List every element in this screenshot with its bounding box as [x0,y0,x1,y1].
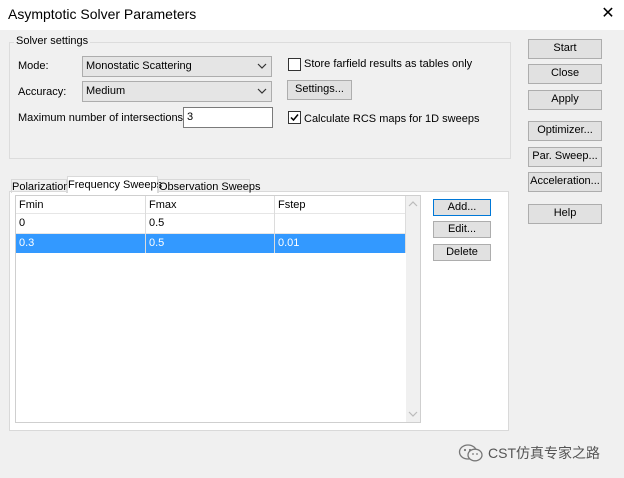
accuracy-label: Accuracy: [18,86,67,98]
mode-dropdown[interactable]: Monostatic Scattering [82,56,272,77]
sweep-table: Fmin Fmax Fstep 0 0.5 0.3 0.5 0.01 [15,195,421,423]
column-header-fmin[interactable]: Fmin [19,199,43,211]
table-cell-fmin: 0.3 [19,237,35,249]
column-divider [274,196,275,253]
tab-frequency-sweeps[interactable]: Frequency Sweeps [67,176,162,193]
scroll-up-icon[interactable] [406,197,420,211]
vertical-scrollbar[interactable] [406,196,420,422]
column-header-fstep[interactable]: Fstep [278,199,306,211]
calc-rcs-checkbox[interactable] [288,111,301,124]
window-title: Asymptotic Solver Parameters [8,6,197,22]
start-button[interactable]: Start [528,39,602,59]
accuracy-dropdown[interactable]: Medium [82,81,272,102]
settings-button[interactable]: Settings... [287,80,352,100]
max-intersections-value: 3 [187,111,194,123]
column-header-fmax[interactable]: Fmax [149,199,177,211]
optimizer-button[interactable]: Optimizer... [528,121,602,141]
par-sweep-button[interactable]: Par. Sweep... [528,147,602,167]
add-button[interactable]: Add... [433,199,491,216]
delete-button[interactable]: Delete [433,244,491,261]
close-icon[interactable]: ✕ [596,3,620,25]
max-intersections-label: Maximum number of intersections: [18,112,187,124]
header-divider [16,213,406,214]
calc-rcs-label: Calculate RCS maps for 1D sweeps [304,113,480,125]
accuracy-value: Medium [86,85,126,97]
solver-settings-label: Solver settings [14,35,91,47]
tab-polarization[interactable]: Polarization [11,179,69,193]
table-cell-fmax: 0.5 [149,217,165,229]
acceleration-button[interactable]: Acceleration... [528,172,602,192]
chevron-down-icon [257,63,267,69]
watermark-text: CST仿真专家之路 [488,445,600,461]
max-intersections-input[interactable]: 3 [183,107,273,128]
table-cell-fmin: 0 [19,217,26,229]
table-row-selected[interactable]: 0.3 0.5 0.01 [16,234,406,253]
tab-observation-sweeps[interactable]: Observation Sweeps [158,179,261,193]
mode-value: Monostatic Scattering [86,60,192,72]
table-cell-fmax: 0.5 [149,237,165,249]
chevron-down-icon [257,88,267,94]
mode-label: Mode: [18,60,49,72]
scroll-down-icon[interactable] [406,407,420,421]
wechat-logo-icon [458,444,483,462]
store-farfield-label: Store farfield results as tables only [304,58,473,70]
edit-button[interactable]: Edit... [433,221,491,238]
table-cell-fstep: 0.01 [278,237,300,249]
close-button[interactable]: Close [528,64,602,84]
help-button[interactable]: Help [528,204,602,224]
checkmark-icon [290,114,299,122]
apply-button[interactable]: Apply [528,90,602,110]
store-farfield-checkbox[interactable] [288,58,301,71]
column-divider [145,196,146,253]
